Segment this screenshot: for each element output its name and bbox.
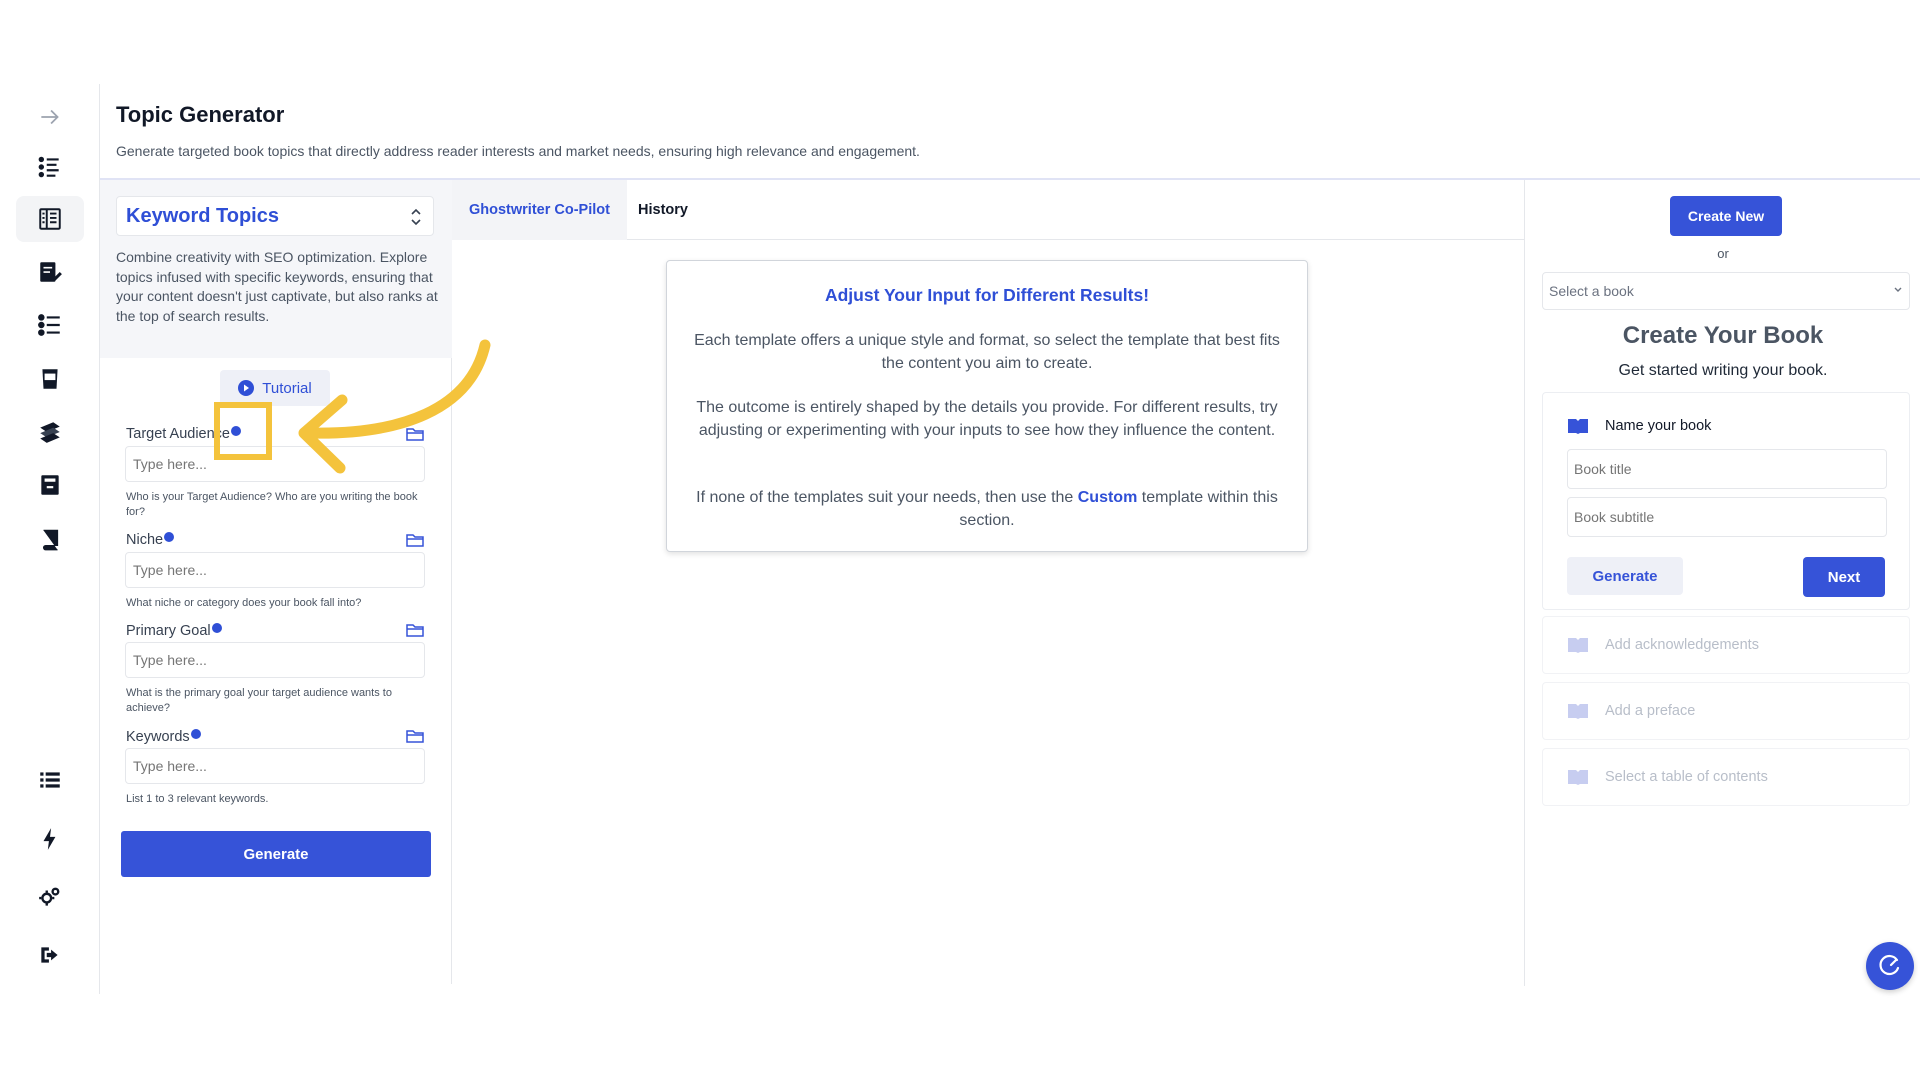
cup-icon[interactable] bbox=[16, 356, 84, 402]
create-book-subtitle: Get started writing your book. bbox=[1618, 362, 1828, 379]
keywords-label: Keywords bbox=[126, 729, 201, 745]
generate-button[interactable]: Generate bbox=[121, 831, 431, 877]
create-new-button[interactable]: Create New bbox=[1670, 196, 1782, 236]
step-label: Add acknowledgements bbox=[1605, 637, 1759, 653]
target-audience-help: Who is your Target Audience? Who are you… bbox=[126, 491, 418, 518]
info-icon[interactable] bbox=[190, 729, 201, 739]
book-layout-icon[interactable] bbox=[16, 196, 84, 242]
generate-title-button[interactable]: Generate bbox=[1567, 557, 1683, 595]
numbered-list-icon[interactable] bbox=[16, 144, 84, 190]
topic-type-value: Keyword Topics bbox=[126, 204, 279, 227]
tab-ghostwriter-co-pilot[interactable]: Ghostwriter Co-Pilot bbox=[452, 180, 627, 240]
gears-icon[interactable] bbox=[16, 874, 84, 920]
step-label: Add a preface bbox=[1605, 703, 1696, 719]
next-button[interactable]: Next bbox=[1803, 557, 1885, 597]
topic-description: Combine creativity with SEO optimization… bbox=[116, 249, 438, 324]
arrow-right-icon[interactable] bbox=[16, 94, 84, 140]
lightning-icon[interactable] bbox=[16, 816, 84, 862]
select-book-placeholder: Select a book bbox=[1549, 283, 1634, 299]
info-card-paragraph-2: The outcome is entirely shaped by the de… bbox=[696, 399, 1278, 439]
primary-goal-help: What is the primary goal your target aud… bbox=[126, 687, 392, 714]
step-preface[interactable]: Add a preface bbox=[1542, 682, 1910, 740]
niche-label: Niche bbox=[126, 532, 175, 548]
select-book-dropdown[interactable]: Select a book bbox=[1542, 272, 1910, 310]
keywords-help: List 1 to 3 relevant keywords. bbox=[126, 793, 269, 805]
keywords-input[interactable] bbox=[125, 748, 425, 784]
primary-goal-input[interactable] bbox=[125, 642, 425, 678]
form-panel: Keyword Topics Combine creativity with S… bbox=[100, 180, 452, 984]
name-book-step-header: Name your book bbox=[1567, 417, 1711, 435]
primary-goal-label: Primary Goal bbox=[126, 623, 222, 639]
chevron-down-icon bbox=[1894, 287, 1902, 292]
name-book-label: Name your book bbox=[1605, 418, 1712, 434]
open-book-icon bbox=[1568, 770, 1588, 785]
info-card: Adjust Your Input for Different Results!… bbox=[666, 260, 1308, 552]
niche-help: What niche or category does your book fa… bbox=[126, 597, 362, 609]
info-card-paragraph-3: If none of the templates suit your needs… bbox=[696, 489, 1278, 529]
info-card-paragraph-1: Each template offers a unique style and … bbox=[694, 332, 1280, 372]
info-icon[interactable] bbox=[164, 532, 175, 542]
annotation-arrow bbox=[298, 339, 491, 474]
name-book-step: Name your book Generate Next bbox=[1542, 392, 1910, 610]
book-edit-icon[interactable] bbox=[16, 249, 84, 295]
step-label: Select a table of contents bbox=[1605, 769, 1768, 785]
list-icon[interactable] bbox=[16, 757, 84, 803]
book-subtitle-input[interactable] bbox=[1567, 497, 1887, 537]
folder-icon[interactable] bbox=[406, 532, 424, 548]
topic-type-select[interactable]: Keyword Topics bbox=[116, 196, 434, 236]
left-rail bbox=[0, 84, 100, 994]
highlight-box bbox=[214, 402, 272, 460]
logout-icon[interactable] bbox=[16, 932, 84, 978]
step-acknowledgements[interactable]: Add acknowledgements bbox=[1542, 616, 1910, 674]
page-title: Topic Generator bbox=[116, 102, 285, 127]
tab-bar: Ghostwriter Co-Pilot History bbox=[452, 180, 1524, 240]
book-builder-panel: Create New or Select a book Create Your … bbox=[1524, 180, 1920, 986]
open-book-icon bbox=[1568, 704, 1588, 719]
custom-template-link[interactable]: Custom bbox=[1078, 489, 1138, 506]
archive-icon[interactable] bbox=[16, 462, 84, 508]
tab-history[interactable]: History bbox=[638, 180, 688, 240]
books-stack-icon[interactable] bbox=[16, 409, 84, 455]
page-description: Generate targeted book topics that direc… bbox=[116, 143, 920, 159]
info-icon[interactable] bbox=[211, 623, 222, 633]
book-title-input[interactable] bbox=[1567, 449, 1887, 489]
play-icon bbox=[238, 380, 255, 396]
open-book-icon bbox=[1568, 419, 1588, 434]
or-divider-text: or bbox=[1717, 246, 1729, 261]
create-book-title: Create Your Book bbox=[1622, 322, 1824, 349]
support-icon bbox=[1879, 954, 1900, 976]
checklist-icon[interactable] bbox=[16, 302, 84, 348]
niche-input[interactable] bbox=[125, 552, 425, 588]
book-icon[interactable] bbox=[16, 516, 84, 562]
app-root: Topic Generator Generate targeted book t… bbox=[0, 0, 1920, 1080]
folder-icon[interactable] bbox=[406, 622, 424, 638]
open-book-icon bbox=[1568, 638, 1588, 653]
info-card-title: Adjust Your Input for Different Results! bbox=[824, 285, 1150, 305]
step-table-of-contents[interactable]: Select a table of contents bbox=[1542, 748, 1910, 806]
chevron-up-down-icon bbox=[411, 208, 421, 226]
folder-icon[interactable] bbox=[406, 728, 424, 744]
chat-support-button[interactable] bbox=[1866, 942, 1914, 990]
